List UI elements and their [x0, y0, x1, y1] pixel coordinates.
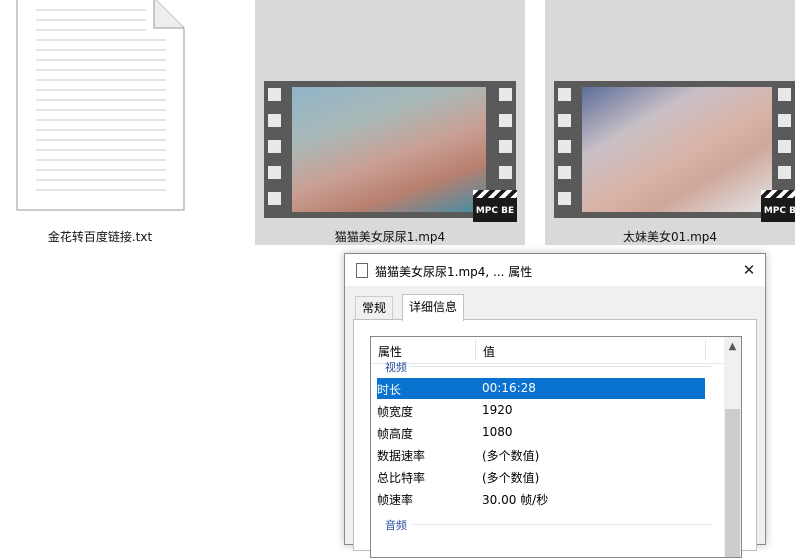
property-row-frame-width[interactable]: 帧宽度 1920: [377, 400, 705, 421]
group-video: 视频: [385, 361, 407, 374]
scroll-up-icon[interactable]: ▲: [724, 341, 741, 352]
close-button[interactable]: ✕: [739, 260, 759, 280]
player-badge-icon: MPC BE: [761, 190, 795, 222]
details-panel: 属性 值 视频 时长 00:16:28 帧宽度 1920 帧高度 1080 数据…: [353, 319, 757, 558]
file-name: 太妹美女01.mp4: [622, 230, 718, 244]
column-header-property[interactable]: 属性: [378, 343, 402, 360]
properties-dialog: 猫猫美女尿尿1.mp4, ... 属性 ✕ 常规 详细信息 属性 值 视频 时长…: [344, 253, 766, 558]
file-item-txt[interactable]: 金花转百度链接.txt: [0, 0, 200, 250]
divider: [411, 366, 711, 367]
file-name: 金花转百度链接.txt: [47, 230, 153, 244]
list-header: 属性 值: [371, 337, 723, 364]
group-audio: 音频: [385, 519, 407, 532]
film-strip: [554, 81, 795, 218]
file-item-video-2[interactable]: MPC BE 太妹美女01.mp4: [545, 0, 795, 250]
property-row-duration[interactable]: 时长 00:16:28: [377, 378, 705, 399]
document-icon: [353, 263, 368, 282]
property-row-total-bitrate[interactable]: 总比特率 (多个数值): [377, 466, 705, 487]
property-row-frame-height[interactable]: 帧高度 1080: [377, 422, 705, 443]
tab-general[interactable]: 常规: [355, 296, 394, 319]
property-row-data-rate[interactable]: 数据速率 (多个数值): [377, 444, 705, 465]
file-item-video-1[interactable]: MPC BE 猫猫美女尿尿1.mp4: [255, 0, 525, 250]
text-file-icon: [16, 0, 185, 211]
vertical-scrollbar[interactable]: ▲: [724, 337, 741, 557]
property-list[interactable]: 属性 值 视频 时长 00:16:28 帧宽度 1920 帧高度 1080 数据…: [370, 336, 742, 558]
file-name: 猫猫美女尿尿1.mp4: [334, 230, 446, 244]
player-badge-icon: MPC BE: [473, 190, 517, 222]
video-frame: [582, 87, 772, 212]
tab-details[interactable]: 详细信息: [402, 294, 465, 321]
property-row-frame-rate[interactable]: 帧速率 30.00 帧/秒: [377, 488, 705, 509]
scroll-thumb[interactable]: [725, 409, 740, 557]
divider: [413, 524, 711, 525]
video-frame: [292, 87, 486, 212]
column-header-value[interactable]: 值: [483, 343, 495, 360]
dialog-title: 猫猫美女尿尿1.mp4, ... 属性: [375, 265, 533, 279]
dialog-titlebar[interactable]: 猫猫美女尿尿1.mp4, ... 属性 ✕: [345, 254, 765, 286]
